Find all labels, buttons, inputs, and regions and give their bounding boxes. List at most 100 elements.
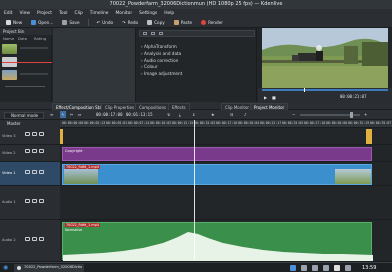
track-lane-video1[interactable]: 70022_Rdfd_1.mp4: [60, 162, 392, 186]
zoom-in-icon[interactable]: +: [364, 112, 367, 117]
master-track[interactable]: Master: [0, 120, 60, 128]
timeline-playhead[interactable]: [194, 120, 195, 260]
copy-button[interactable]: Copy: [144, 19, 168, 26]
col-name[interactable]: Name: [3, 36, 14, 41]
tray-icon[interactable]: [312, 265, 318, 271]
filter-icon[interactable]: [143, 32, 147, 35]
insert-icon[interactable]: ⤓: [179, 112, 181, 117]
monitor-video[interactable]: [262, 28, 388, 88]
tray-icon[interactable]: [301, 265, 307, 271]
effects-search[interactable]: [139, 30, 255, 37]
track-header-audio1[interactable]: Audio 1: [0, 186, 60, 220]
overwrite-icon[interactable]: ⇓: [192, 112, 195, 117]
paste-button[interactable]: Paste: [171, 19, 195, 26]
taskbar-window[interactable]: 70022_Powderfarm_32006Dictionmun (HD 108…: [14, 264, 84, 272]
track-lane-video2[interactable]: Copyright: [60, 145, 392, 162]
mute-icon[interactable]: [32, 149, 37, 153]
solo-icon[interactable]: [39, 199, 44, 203]
track-lane-audio1[interactable]: [60, 186, 392, 220]
menu-project[interactable]: Project: [37, 11, 52, 16]
hide-icon[interactable]: [39, 149, 44, 153]
open-button[interactable]: Open...: [28, 19, 56, 26]
bin-clip[interactable]: [2, 44, 50, 54]
title-clip[interactable]: Copyright: [62, 147, 372, 161]
lock-icon[interactable]: [25, 237, 30, 241]
track-header-video1[interactable]: Video 1: [0, 162, 60, 186]
selection-tool-icon[interactable]: ↖: [60, 111, 66, 118]
lock-icon[interactable]: [25, 149, 30, 153]
menu-view[interactable]: View: [20, 11, 30, 16]
effect-category[interactable]: › Analysis and data: [139, 51, 253, 58]
tab-compositions[interactable]: Compositions: [135, 103, 171, 110]
effect-category[interactable]: › Colour: [139, 64, 253, 71]
render-button[interactable]: Render: [198, 19, 226, 26]
track-lane-video3[interactable]: [60, 128, 392, 145]
zoom-handle[interactable]: [350, 112, 353, 118]
volume-icon[interactable]: [334, 265, 340, 271]
track-header-audio2[interactable]: Audio 2: [0, 220, 60, 262]
menu-icon[interactable]: ≡: [50, 112, 53, 117]
menu-help[interactable]: Help: [164, 11, 174, 16]
tab-effects[interactable]: Effects: [168, 103, 190, 110]
solo-icon[interactable]: [39, 237, 44, 241]
bin-clip[interactable]: [2, 57, 52, 67]
timeline-ruler[interactable]: 00:00:00:00 00:00:02:13 00:00:05:01 00:0…: [60, 120, 392, 128]
lock-icon[interactable]: [25, 199, 30, 203]
col-rating[interactable]: Rating: [34, 36, 46, 41]
lock-icon[interactable]: [25, 170, 30, 174]
start-menu-icon[interactable]: ◉: [3, 264, 8, 271]
monitor-timecode[interactable]: 00:00:21:07: [340, 94, 367, 100]
hide-icon[interactable]: [39, 170, 44, 174]
bin-clip[interactable]: [2, 70, 50, 80]
play-icon[interactable]: ▶: [264, 95, 267, 100]
ruler-tick: 00:00:35:07: [370, 121, 392, 125]
tab-clip-properties[interactable]: Clip Properties: [101, 103, 139, 110]
tab-project-monitor[interactable]: Project Monitor: [250, 103, 289, 110]
monitor-playhead[interactable]: [304, 88, 305, 92]
effect-category[interactable]: › Image adjustment: [139, 71, 253, 78]
edit-mode-select[interactable]: Normal mode: [4, 111, 44, 119]
menu-clip[interactable]: Clip: [75, 11, 83, 16]
razor-tool-icon[interactable]: ✂: [70, 112, 73, 117]
track-lane-audio2[interactable]: 70022_Rdfd_1.mp4 Normalise: [60, 220, 392, 262]
menu-edit[interactable]: Edit: [4, 11, 13, 16]
save-button[interactable]: Save: [59, 19, 82, 26]
zoom-out-icon[interactable]: −: [292, 112, 295, 117]
mute-icon[interactable]: [32, 199, 37, 203]
col-date[interactable]: Date: [18, 36, 27, 41]
monitor-progress[interactable]: [262, 89, 388, 91]
favorite-star-icon[interactable]: ★: [211, 112, 215, 117]
clip-edge[interactable]: [366, 129, 372, 144]
clip-edge[interactable]: [60, 129, 63, 144]
split-icon[interactable]: ↯: [167, 112, 170, 117]
effect-category[interactable]: › Audio correction: [139, 58, 253, 65]
snap-icon[interactable]: ⊟: [230, 112, 233, 117]
effect-category[interactable]: › AlphaTransform: [139, 44, 253, 51]
video-clip[interactable]: 70022_Rdfd_1.mp4: [62, 164, 372, 185]
list-icon[interactable]: [159, 32, 163, 35]
track-header-video2[interactable]: Video 2: [0, 145, 60, 162]
spacer-tool-icon[interactable]: ⇔: [78, 112, 81, 117]
tab-clip-monitor[interactable]: Clip Monitor: [221, 103, 254, 110]
audio-clip[interactable]: 70022_Rdfd_1.mp4 Normalise: [62, 222, 373, 261]
stop-icon[interactable]: ■: [272, 95, 276, 100]
menu-timeline[interactable]: Timeline: [90, 11, 109, 16]
network-icon[interactable]: [345, 265, 351, 271]
hide-icon[interactable]: [39, 132, 44, 136]
timeline-timecode[interactable]: 00:00:17:00: [96, 112, 123, 118]
tray-icon[interactable]: [290, 265, 296, 271]
undo-button[interactable]: ↶ Undo: [94, 19, 116, 26]
tray-icon[interactable]: [323, 265, 329, 271]
favorite-icon[interactable]: [151, 32, 155, 35]
redo-button[interactable]: ↷ Redo: [119, 19, 141, 26]
mute-icon[interactable]: [32, 132, 37, 136]
menu-monitor[interactable]: Monitor: [115, 11, 132, 16]
mute-icon[interactable]: [32, 170, 37, 174]
new-button[interactable]: New: [3, 19, 25, 26]
track-header-video3[interactable]: Video 3: [0, 128, 60, 145]
lock-icon[interactable]: [25, 132, 30, 136]
mute-icon[interactable]: [32, 237, 37, 241]
menu-settings[interactable]: Settings: [139, 11, 157, 16]
menu-tool[interactable]: Tool: [59, 11, 68, 16]
audio-icon[interactable]: ♪: [244, 112, 247, 117]
